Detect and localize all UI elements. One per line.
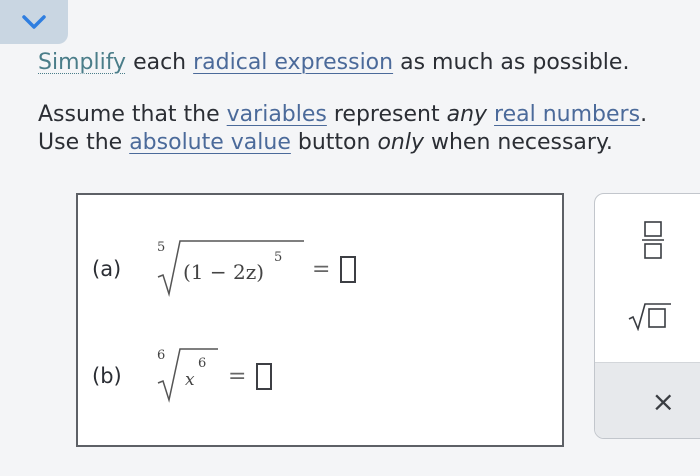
- instruction-line-2: Assume that the variables represent any …: [38, 101, 647, 129]
- math-toolbox: ×: [594, 193, 700, 439]
- fraction-button[interactable]: [631, 218, 675, 262]
- equals-sign: =: [228, 363, 247, 389]
- instruction-text: each: [126, 50, 194, 75]
- instruction-text: button: [290, 130, 378, 155]
- radical-expression-link[interactable]: radical expression: [193, 50, 393, 75]
- answer-input-b[interactable]: [256, 362, 273, 390]
- instruction-text: .: [640, 102, 648, 127]
- equals-sign: =: [312, 256, 331, 282]
- simplify-link[interactable]: Simplify: [38, 50, 126, 75]
- collapse-tab[interactable]: [0, 0, 68, 44]
- square-root-icon: [628, 303, 671, 331]
- absolute-value-link[interactable]: absolute value: [129, 130, 291, 155]
- emphasis-text: only: [377, 130, 424, 155]
- radical-index: 6: [157, 348, 165, 363]
- radicand: x: [185, 370, 195, 390]
- radical-index: 5: [157, 240, 165, 255]
- part-b: (b) 6 x 6 =: [92, 345, 273, 407]
- exponent: 6: [198, 356, 206, 371]
- instruction-text: as much as possible.: [393, 50, 630, 75]
- instruction-line-3: Use the absolute value button only when …: [38, 129, 613, 157]
- instruction-text: when necessary.: [423, 130, 613, 155]
- radicand: (1 − 2z): [183, 260, 264, 284]
- square-root-button[interactable]: [625, 298, 675, 334]
- instruction-text: Assume that the: [38, 102, 227, 127]
- instruction-line-1: Simplify each radical expression as much…: [38, 49, 629, 77]
- exponent: 5: [274, 250, 282, 265]
- emphasis-text: any: [446, 102, 488, 127]
- answer-input-a[interactable]: [340, 255, 357, 283]
- radical-expression-a: 5 (1 − 2z) 5: [157, 240, 304, 297]
- instruction-text: [487, 102, 494, 127]
- instruction-text: Use the: [38, 130, 130, 155]
- fraction-icon: [642, 221, 664, 259]
- part-label: (a): [92, 257, 122, 281]
- chevron-down-icon: [22, 15, 46, 29]
- answer-box: (a) 5 (1 − 2z) 5 = (b) 6 x 6 =: [76, 193, 564, 447]
- real-numbers-link[interactable]: real numbers: [494, 102, 640, 127]
- clear-button[interactable]: ×: [595, 362, 700, 438]
- variables-link[interactable]: variables: [227, 102, 327, 127]
- part-a: (a) 5 (1 − 2z) 5 =: [92, 237, 357, 301]
- close-icon: ×: [651, 385, 675, 418]
- instruction-text: represent: [326, 102, 447, 127]
- part-label: (b): [92, 364, 122, 388]
- radical-expression-b: 6 x 6: [157, 348, 218, 403]
